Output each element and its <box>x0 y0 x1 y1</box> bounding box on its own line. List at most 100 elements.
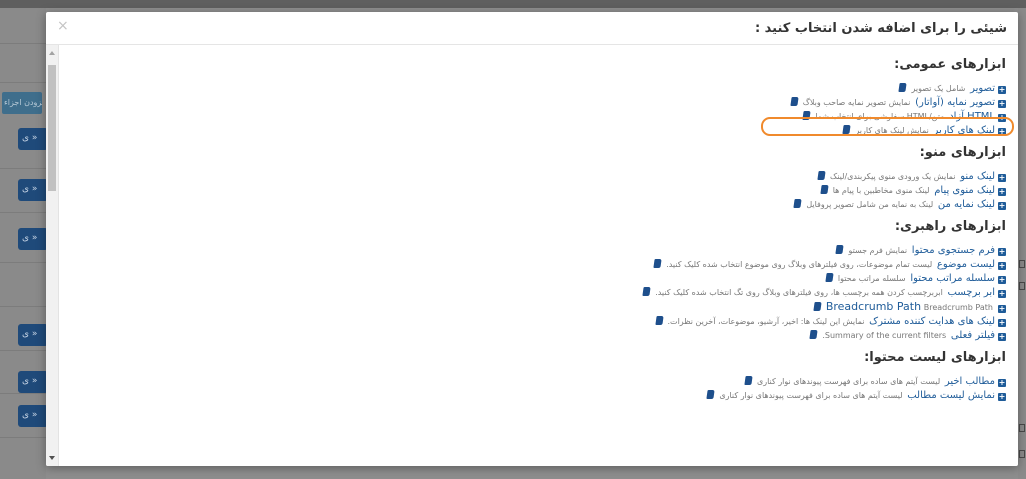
book-icon[interactable] <box>809 330 818 339</box>
modal-header: شیئی را برای اضافه شدن انتخاب کنید : × <box>46 12 1018 45</box>
widget-section: ابزارهای عمومی: +تصویر شامل یک تصویر +تصوی… <box>76 57 1006 138</box>
plus-icon[interactable]: + <box>998 114 1006 122</box>
widget-item-name[interactable]: فیلتر فعلی <box>951 330 995 341</box>
widget-item: +فیلتر فعلی Summary of the current filte… <box>76 329 1006 343</box>
section-title: ابزارهای لیست محتوا: <box>864 350 1006 365</box>
widget-item-description: لیست آیتم های ساده برای فهرست پیوندهای ن… <box>719 391 903 400</box>
modal-body: ابزارهای عمومی: +تصویر شامل یک تصویر +تصوی… <box>76 57 1006 410</box>
book-icon[interactable] <box>793 199 802 208</box>
book-icon[interactable] <box>790 97 799 106</box>
widget-item-name[interactable]: نمایش لیست مطالب <box>907 390 995 401</box>
widget-item: +ابر برچسب ابربرچسب کردن همه برچسب ها، ر… <box>76 286 1006 300</box>
background-checkbox <box>1019 282 1025 290</box>
background-checkbox <box>1019 260 1025 268</box>
widget-item-description: Breadcrumb Path <box>923 303 993 312</box>
widget-item-name[interactable]: لینک منوی پیام <box>934 185 995 196</box>
widget-item-name[interactable]: تصویر <box>970 83 995 94</box>
plus-icon[interactable]: + <box>998 262 1006 270</box>
modal-scrollbar[interactable] <box>46 45 59 466</box>
widget-item-name[interactable]: مطالب اخیر <box>945 376 995 387</box>
background-checkbox <box>1019 424 1025 432</box>
widget-item-name[interactable]: تصویر نمایه (آواتار) <box>915 97 995 108</box>
widget-item: +لینک های هدایت کننده مشترک نمایش این لی… <box>76 315 1006 329</box>
plus-icon[interactable]: + <box>998 305 1006 313</box>
scroll-down-icon[interactable] <box>49 456 55 460</box>
book-icon[interactable] <box>653 259 662 268</box>
section-title: ابزارهای منو: <box>919 145 1006 160</box>
widget-item-description: نمایش یک ورودی منوی پیکربندی/لینک <box>830 172 956 181</box>
widget-item: +لینک منو نمایش یک ورودی منوی پیکربندی/ل… <box>76 170 1006 184</box>
background-row-divider <box>0 437 46 438</box>
widget-item-description: شامل یک تصویر <box>911 84 966 93</box>
background-row-divider <box>0 262 46 263</box>
background-row-divider <box>0 350 46 351</box>
widget-item: + Breadcrumb Path Breadcrumb Path <box>76 300 1006 315</box>
widget-item-name[interactable]: لینک های کاربر <box>934 125 995 136</box>
plus-icon[interactable]: + <box>998 248 1006 256</box>
book-icon[interactable] <box>654 316 664 325</box>
widget-item-description: لینک به نمایه من شامل تصویر پروفایل <box>806 200 934 209</box>
widget-item-name[interactable]: لینک های هدایت کننده مشترک <box>869 316 995 327</box>
widget-section: ابزارهای لیست محتوا: +مطالب اخیر لیست آیت… <box>76 350 1006 403</box>
widget-item-name[interactable]: لیست موضوع <box>937 259 995 270</box>
widget-item-description: ابربرچسب کردن همه برچسب ها، روی فیلترهای… <box>655 288 943 297</box>
book-icon[interactable] <box>842 125 852 134</box>
widget-item-description: لیست تمام موضوعات، روی فیلترهای وبلاگ رو… <box>666 260 933 269</box>
widget-item-name[interactable]: سلسله مراتب محتوا <box>910 273 995 284</box>
background-blue-button: ی » <box>18 128 48 150</box>
book-icon[interactable] <box>642 287 651 296</box>
book-icon[interactable] <box>813 302 822 311</box>
book-icon[interactable] <box>706 390 715 399</box>
background-blue-button: ی » <box>18 228 48 250</box>
book-icon[interactable] <box>817 171 826 180</box>
widget-item-description: سلسله مراتب محتوا <box>837 274 906 283</box>
widget-item-name[interactable]: ابر برچسب <box>948 287 995 298</box>
background-blue-button: ی » <box>18 324 48 346</box>
add-widget-modal: شیئی را برای اضافه شدن انتخاب کنید : × ا… <box>46 12 1018 466</box>
widget-item-description: Summary of the current filters. <box>822 331 947 340</box>
scroll-up-icon[interactable] <box>49 51 55 55</box>
plus-icon[interactable]: + <box>998 393 1006 401</box>
plus-icon[interactable]: + <box>998 100 1006 108</box>
plus-icon[interactable]: + <box>998 379 1006 387</box>
plus-icon[interactable]: + <box>998 276 1006 284</box>
plus-icon[interactable]: + <box>998 319 1006 327</box>
plus-icon[interactable]: + <box>998 86 1006 94</box>
book-icon[interactable] <box>825 273 834 282</box>
plus-icon[interactable]: + <box>998 333 1006 341</box>
plus-icon[interactable]: + <box>998 202 1006 210</box>
widget-item-description: نمایش فرم جستو <box>848 246 908 255</box>
background-right-column <box>1018 8 1026 479</box>
widget-item: +فرم جستجوی محتوا نمایش فرم جستو <box>76 244 1006 258</box>
plus-icon[interactable]: + <box>998 188 1006 196</box>
section-title: ابزارهای راهبری: <box>894 219 1006 234</box>
widget-item-name[interactable]: Breadcrumb Path <box>826 300 921 313</box>
widget-item-name[interactable]: لینک نمایه من <box>938 199 995 210</box>
section-title: ابزارهای عمومی: <box>894 57 1006 72</box>
book-icon[interactable] <box>898 83 908 92</box>
background-add-parts-button: افزودن اجزاء <box>2 92 42 114</box>
widget-item: +لینک نمایه من لینک به نمایه من شامل تصو… <box>76 198 1006 212</box>
book-icon[interactable] <box>802 111 811 120</box>
background-blue-button: ی » <box>18 405 48 427</box>
widget-item: +تصویر شامل یک تصویر <box>76 82 1006 96</box>
widget-item-name[interactable]: HTML آزاد <box>949 111 995 122</box>
background-row-divider <box>0 82 46 83</box>
widget-item: +لینک منوی پیام لینک منوی مخاطبین با پیا… <box>76 184 1006 198</box>
background-blue-button: ی » <box>18 371 48 393</box>
scroll-thumb[interactable] <box>48 65 56 191</box>
background-row-divider <box>0 168 46 169</box>
plus-icon[interactable]: + <box>998 290 1006 298</box>
plus-icon[interactable]: + <box>998 174 1006 182</box>
widget-item-name[interactable]: فرم جستجوی محتوا <box>912 245 995 256</box>
widget-item: +HTML آزاد متن/HTML سفارشی برای انتخاب ش… <box>76 110 1006 124</box>
background-row-divider <box>0 393 46 394</box>
widget-item-name[interactable]: لینک منو <box>960 171 995 182</box>
plus-icon[interactable]: + <box>998 128 1006 136</box>
widget-item: +نمایش لیست مطالب لیست آیتم های ساده برا… <box>76 389 1006 403</box>
close-icon[interactable]: × <box>57 18 69 34</box>
book-icon[interactable] <box>835 245 845 254</box>
book-icon[interactable] <box>820 185 829 194</box>
book-icon[interactable] <box>744 376 753 385</box>
background-row-divider <box>0 43 46 44</box>
